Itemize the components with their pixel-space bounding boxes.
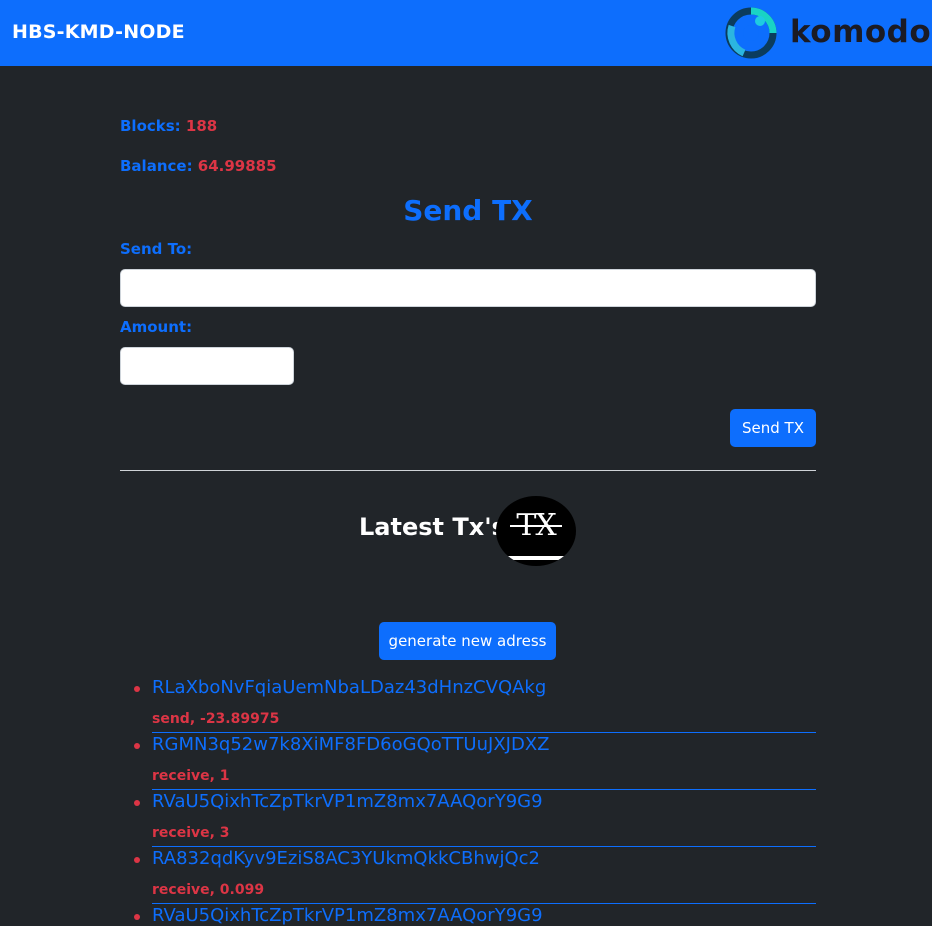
send-to-input[interactable] [120, 269, 816, 307]
list-bullet-icon [134, 743, 140, 749]
tx-logo-bar [506, 556, 566, 560]
amount-input[interactable] [120, 347, 294, 385]
transaction-type-amount: receive, 1 [152, 768, 230, 784]
generate-address-button[interactable]: generate new adress [379, 622, 556, 660]
send-tx-title: Send TX [403, 194, 533, 227]
transaction-address-link[interactable]: RGMN3q52w7k8XiMF8FD6oGQoTTUuJXJDXZ [152, 734, 550, 755]
transaction-type-amount: receive, 0.099 [152, 882, 265, 898]
transaction-underline [152, 732, 816, 733]
balance-value: 64.99885 [197, 157, 277, 175]
brand-title[interactable]: HBS-KMD-NODE [12, 21, 185, 43]
blocks-value: 188 [185, 117, 218, 135]
transaction-underline [152, 903, 816, 904]
navbar: HBS-KMD-NODE komodo [0, 0, 932, 66]
send-to-label: Send To: [120, 240, 193, 258]
tx-logo-image: TX [496, 496, 576, 566]
transaction-type-amount: send, -23.89975 [152, 711, 280, 727]
send-tx-button[interactable]: Send TX [730, 409, 816, 447]
blocks-stat: Blocks: 188 [120, 117, 217, 135]
amount-label: Amount: [120, 318, 193, 336]
tx-logo-strike [510, 525, 562, 527]
komodo-logo-text: komodo [790, 14, 932, 50]
transaction-underline [152, 846, 816, 847]
transaction-address-link[interactable]: RA832qdKyv9EziS8AC3YUkmQkkCBhwjQc2 [152, 848, 540, 869]
blocks-label: Blocks: [120, 117, 181, 135]
list-bullet-icon [134, 686, 140, 692]
list-bullet-icon [134, 857, 140, 863]
transaction-type-amount: receive, 3 [152, 825, 230, 841]
balance-label: Balance: [120, 157, 193, 175]
transaction-list: RLaXboNvFqiaUemNbaLDaz43dHnzCVQAkg send, … [0, 0, 932, 926]
latest-tx-title: Latest Tx's [359, 513, 506, 541]
divider [120, 470, 816, 471]
komodo-logo[interactable]: komodo [724, 6, 932, 60]
transaction-address-link[interactable]: RVaU5QixhTcZpTkrVP1mZ8mx7AAQorY9G9 [152, 905, 543, 926]
transaction-address-link[interactable]: RVaU5QixhTcZpTkrVP1mZ8mx7AAQorY9G9 [152, 791, 543, 812]
list-bullet-icon [134, 800, 140, 806]
list-bullet-icon [134, 914, 140, 920]
transaction-address-link[interactable]: RLaXboNvFqiaUemNbaLDaz43dHnzCVQAkg [152, 677, 546, 698]
balance-stat: Balance: 64.99885 [120, 157, 277, 175]
transaction-underline [152, 789, 816, 790]
komodo-logo-icon [725, 7, 777, 59]
